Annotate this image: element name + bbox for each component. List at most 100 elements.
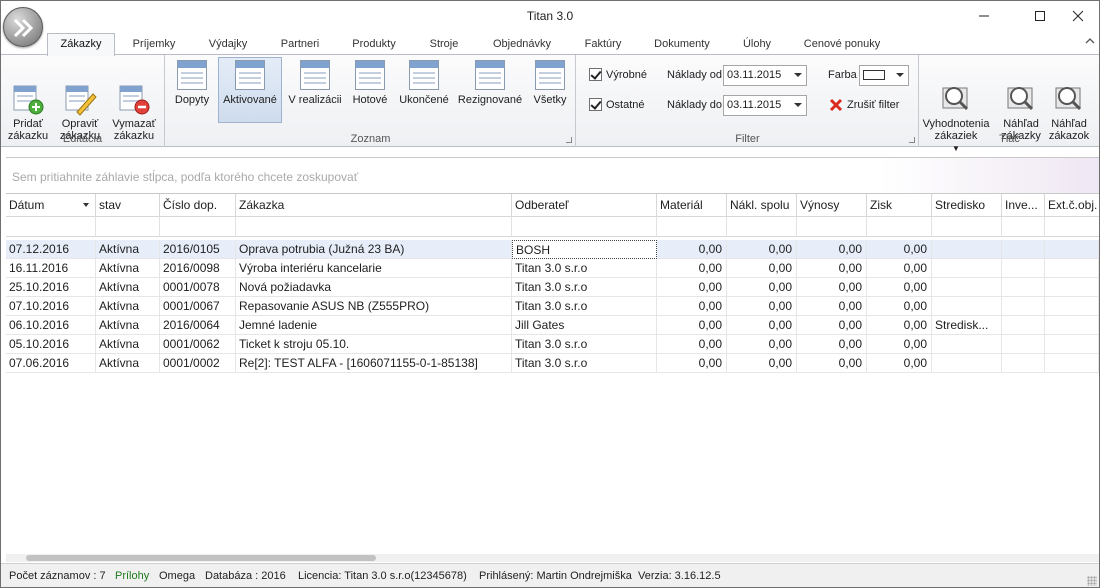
filter-cell[interactable] [797,217,867,237]
group-launcher-icon[interactable] [909,137,915,143]
horizontal-scrollbar[interactable] [6,554,1099,562]
column-header-stredisko[interactable]: Stredisko [932,194,1002,217]
table-cell[interactable] [932,297,1002,316]
column-header-material[interactable]: Materiál [657,194,727,217]
table-row[interactable]: 25.10.2016 Aktívna 0001/0078 Nová požiadavk… [6,278,1099,297]
table-cell[interactable]: 0,00 [867,259,932,278]
table-cell[interactable] [932,335,1002,354]
table-row[interactable]: 05.10.2016 Aktívna 0001/0062 Ticket k stroj… [6,335,1099,354]
table-cell[interactable] [1045,335,1099,354]
list-aktivovane-button[interactable]: Aktivované [218,57,282,123]
table-cell[interactable]: Aktívna [96,335,160,354]
column-header-zakazka[interactable]: Zákazka [236,194,512,217]
table-cell[interactable] [1002,259,1045,278]
table-cell[interactable]: 2016/0105 [160,240,236,259]
table-cell[interactable]: 0001/0062 [160,335,236,354]
table-cell[interactable]: 05.10.2016 [6,335,96,354]
table-cell[interactable]: 0,00 [867,297,932,316]
close-button[interactable] [1055,1,1099,31]
list-rezignovane-button[interactable]: Rezignované [456,58,524,106]
list-dopyty-button[interactable]: Dopyty [170,58,214,106]
table-cell[interactable]: Titan 3.0 s.r.o [512,335,657,354]
table-cell[interactable]: Jill Gates [512,316,657,335]
filter-cell[interactable] [867,217,932,237]
table-cell[interactable]: BOSH [512,240,657,259]
tab-faktury[interactable]: Faktúry [573,35,633,56]
table-cell[interactable] [1045,278,1099,297]
list-v-realizacii-button[interactable]: V realizácii [286,58,344,106]
column-header-odberatel[interactable]: Odberateľ [512,194,657,217]
column-header-ext-c-obj[interactable]: Ext.č.obj. [1045,194,1099,217]
scrollbar-thumb[interactable] [26,555,376,561]
table-cell[interactable] [932,278,1002,297]
table-cell[interactable]: 0,00 [657,335,727,354]
column-header-inve[interactable]: Inve... [1002,194,1045,217]
tab-objednavky[interactable]: Objednávky [483,35,561,56]
table-cell[interactable]: 0,00 [797,278,867,297]
naklady-do-datepicker[interactable]: 03.11.2015 [723,95,807,116]
table-cell[interactable]: 0,00 [727,240,797,259]
tab-cenove-ponuky[interactable]: Cenové ponuky [795,35,889,56]
app-menu-button[interactable] [3,7,43,47]
table-cell[interactable] [1045,259,1099,278]
table-cell[interactable]: 0,00 [727,297,797,316]
filter-cell[interactable] [96,217,160,237]
column-header-datum[interactable]: Dátum [6,194,96,217]
table-cell[interactable] [1045,354,1099,373]
table-cell[interactable]: 2016/0098 [160,259,236,278]
group-launcher-icon[interactable] [566,137,572,143]
tab-dokumenty[interactable]: Dokumenty [645,35,719,56]
table-cell[interactable] [1045,297,1099,316]
table-cell[interactable]: Titan 3.0 s.r.o [512,297,657,316]
table-cell[interactable] [1045,316,1099,335]
table-cell[interactable]: 0,00 [657,297,727,316]
table-cell[interactable] [1002,335,1045,354]
ostatne-checkbox[interactable]: Ostatné [589,98,645,111]
table-cell[interactable]: Repasovanie ASUS NB (Z555PRO) [236,297,512,316]
filter-cell[interactable] [6,217,96,237]
table-cell[interactable]: 0,00 [867,240,932,259]
table-cell[interactable]: 0,00 [797,297,867,316]
table-cell[interactable]: 0,00 [797,316,867,335]
table-cell[interactable]: 0,00 [867,278,932,297]
filter-cell[interactable] [160,217,236,237]
list-hotove-button[interactable]: Hotové [346,58,394,106]
table-cell[interactable]: 0,00 [727,335,797,354]
table-cell[interactable]: Jemné ladenie [236,316,512,335]
filter-cell[interactable] [236,217,512,237]
farba-color-picker[interactable] [859,65,909,86]
naklady-od-datepicker[interactable]: 03.11.2015 [723,65,807,86]
table-cell[interactable]: 0,00 [657,278,727,297]
add-order-button[interactable]: Pridať zákazku [5,58,51,142]
table-cell[interactable]: 0,00 [657,354,727,373]
table-cell[interactable]: 06.10.2016 [6,316,96,335]
table-cell[interactable]: 07.06.2016 [6,354,96,373]
column-header-nakl-spolu[interactable]: Nákl. spolu [727,194,797,217]
table-cell[interactable] [1002,278,1045,297]
table-cell[interactable]: 0001/0067 [160,297,236,316]
table-cell[interactable]: 0001/0078 [160,278,236,297]
table-cell[interactable]: Oprava potrubia (Južná 23 BA) [236,240,512,259]
group-by-panel[interactable]: Sem pritiahnite záhlavie stĺpca, podľa k… [6,157,1099,193]
column-header-vynosy[interactable]: Výnosy [797,194,867,217]
table-cell[interactable]: 25.10.2016 [6,278,96,297]
table-cell[interactable]: Stredisk... [932,316,1002,335]
delete-order-button[interactable]: Vymazať zákazku [107,58,161,142]
table-cell[interactable]: Aktívna [96,259,160,278]
table-cell[interactable] [1002,297,1045,316]
table-row[interactable]: 07.06.2016 Aktívna 0001/0002 Re[2]: TEST AL… [6,354,1099,373]
table-cell[interactable]: 0,00 [867,316,932,335]
table-cell[interactable]: 0001/0002 [160,354,236,373]
tab-vydajky[interactable]: Výdajky [197,35,259,56]
list-ukoncene-button[interactable]: Ukončené [396,58,452,106]
table-cell[interactable]: Výroba interiéru kancelarie [236,259,512,278]
table-cell[interactable]: 0,00 [797,240,867,259]
filter-cell[interactable] [1002,217,1045,237]
table-cell[interactable] [1002,354,1045,373]
table-cell[interactable]: Aktívna [96,240,160,259]
table-cell[interactable]: 16.11.2016 [6,259,96,278]
table-cell[interactable]: 0,00 [727,316,797,335]
table-cell[interactable]: Titan 3.0 s.r.o [512,354,657,373]
table-cell[interactable]: 0,00 [727,354,797,373]
table-cell[interactable] [1002,316,1045,335]
